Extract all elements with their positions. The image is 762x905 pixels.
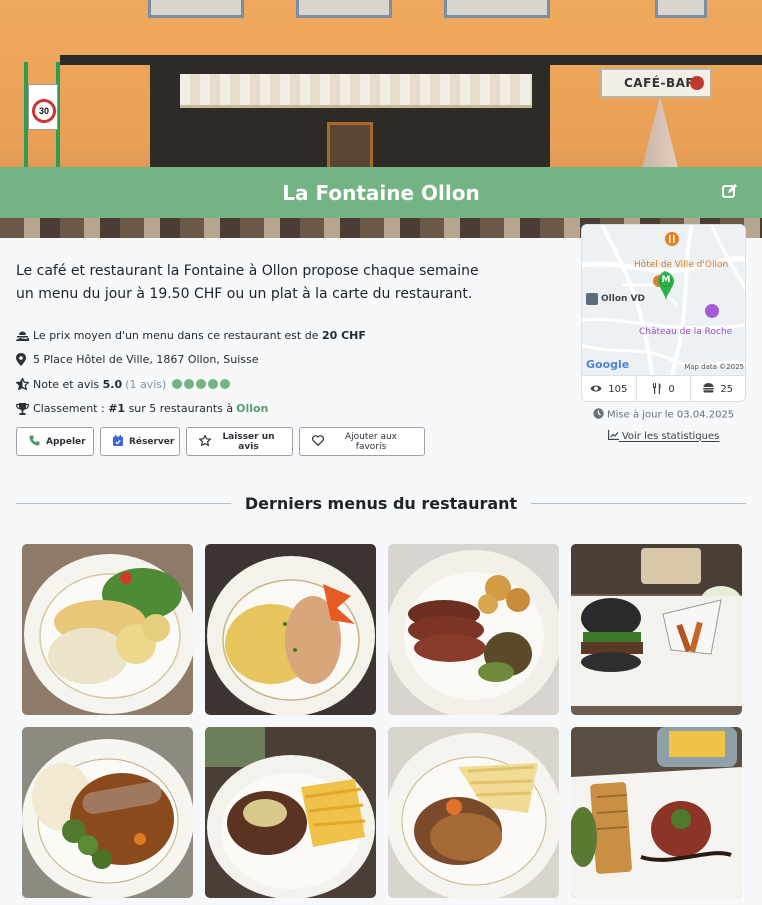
rank-fact: Classement : #1 sur 5 restaurants à Ollo… [16, 397, 556, 422]
menu-photo[interactable] [22, 727, 193, 898]
trophy-icon [16, 402, 33, 416]
edit-icon[interactable] [722, 183, 740, 201]
price-fact: Le prix moyen d'un menu dans ce restaura… [16, 323, 556, 348]
view-stats-link[interactable]: Voir les statistiques [581, 430, 746, 443]
heart-icon [312, 434, 324, 449]
map-label-ollon: Ollon VD [601, 294, 645, 304]
burger-icon [703, 383, 715, 396]
rank-city-link[interactable]: Ollon [236, 402, 268, 415]
calendar-icon [113, 434, 123, 449]
divider [531, 502, 746, 504]
eye-icon [590, 384, 602, 396]
page-title: La Fontaine Ollon [282, 180, 480, 205]
section-title: Derniers menus du restaurant [244, 493, 518, 513]
hero-window [444, 0, 550, 18]
restaurant-facts: Le prix moyen d'un menu dans ce restaura… [16, 323, 556, 421]
map-marker-icon [16, 353, 33, 367]
map-marker-letter: M [661, 275, 671, 285]
map-credit: Map data ©2025 [684, 363, 744, 371]
menu-photo[interactable] [205, 544, 376, 715]
hero-window [296, 0, 392, 18]
title-band: La Fontaine Ollon [0, 167, 762, 218]
menu-photo[interactable] [205, 727, 376, 898]
star-outline-icon [198, 433, 212, 449]
restaurant-info: Le café et restaurant la Fontaine à Ollo… [16, 260, 556, 456]
latest-menus-header: Derniers menus du restaurant [16, 490, 746, 516]
hero-cafe-bar-sign: CAFÉ-BAR [600, 68, 712, 98]
menu-photo[interactable] [571, 727, 742, 898]
menu-photo[interactable] [571, 544, 742, 715]
clock-icon [593, 408, 604, 422]
hero-window [655, 0, 707, 18]
action-buttons: Appeler Réserver Laisser un avis Ajouter… [16, 427, 556, 456]
hero-speed-sign: 30 [28, 84, 58, 130]
location-map[interactable]: M Hôtel de Ville d'Ollon Ollon VD Châtea… [582, 225, 745, 375]
rating-fact: Note et avis 5.0 (1 avis) [16, 372, 556, 397]
utensils-icon [652, 382, 662, 397]
menu-photo[interactable] [22, 544, 193, 715]
call-button[interactable]: Appeler [16, 427, 94, 456]
hero-awning [180, 74, 532, 108]
divider [16, 502, 231, 504]
rating-stars [172, 379, 231, 390]
hero-window [148, 0, 244, 18]
chart-line-icon [607, 430, 619, 443]
address-fact: 5 Place Hôtel de Ville, 1867 Ollon, Suis… [16, 348, 556, 373]
hero-door [327, 122, 373, 170]
map-card: M Hôtel de Ville d'Ollon Ollon VD Châtea… [581, 224, 746, 402]
views-stat: 105 [582, 376, 637, 401]
menu-photo-grid [22, 544, 742, 898]
dishes-stat: 25 [691, 376, 745, 401]
map-label-castle: Château de la Roche [639, 327, 733, 337]
phone-icon [29, 435, 40, 449]
menu-photo[interactable] [388, 544, 559, 715]
last-updated: Mise à jour le 03.04.2025 [581, 408, 746, 422]
star-half-icon [16, 377, 33, 391]
serving-hand-icon [16, 328, 33, 342]
map-label-townhall: Hôtel de Ville d'Ollon [634, 260, 729, 270]
add-favorite-button[interactable]: Ajouter aux favoris [299, 427, 425, 456]
leave-review-button[interactable]: Laisser un avis [186, 427, 293, 456]
google-logo: Google [586, 358, 630, 371]
restaurant-description: Le café et restaurant la Fontaine à Ollo… [16, 263, 479, 302]
book-button[interactable]: Réserver [100, 427, 180, 456]
map-stats: 105 0 25 [582, 375, 745, 401]
menu-photo[interactable] [388, 727, 559, 898]
menus-stat: 0 [637, 376, 692, 401]
